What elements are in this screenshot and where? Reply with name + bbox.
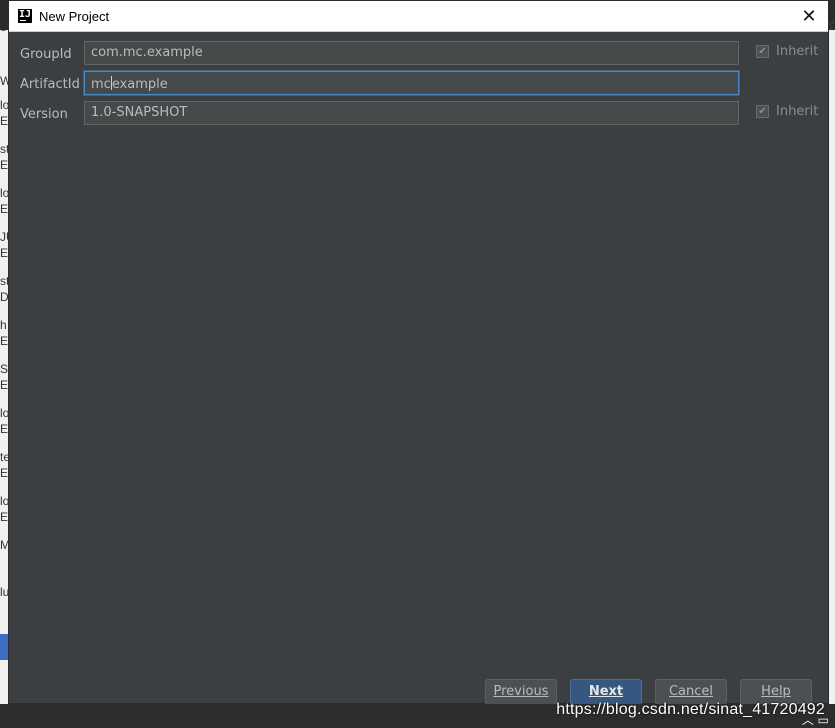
artifact-id-row: ArtifactId mcexample (9, 71, 828, 99)
version-input[interactable]: 1.0-SNAPSHOT (84, 101, 739, 125)
tray-icons: ︿ ▭ (801, 713, 829, 727)
group-id-input[interactable]: com.mc.example (84, 41, 739, 65)
bg-text-fragment: JU (0, 230, 8, 244)
bg-text-fragment: E (0, 246, 8, 260)
bg-text-fragment: E (0, 114, 8, 128)
bg-text-fragment: E (0, 422, 8, 436)
title-bar: IJ New Project ✕ (9, 1, 828, 32)
bg-text-fragment: E (0, 378, 8, 392)
bg-text-fragment: st (0, 142, 8, 156)
close-button[interactable]: ✕ (798, 5, 820, 27)
artifact-id-value-before-caret: mc (91, 77, 111, 92)
bg-text-fragment: E (0, 510, 8, 524)
bg-text-fragment: te (0, 450, 8, 464)
background-window-left: o W lo E st E lo E JU E st D h E S E lo … (0, 30, 8, 728)
bg-text-fragment: D (0, 290, 8, 304)
bg-text-fragment: lu (0, 585, 8, 599)
bg-text-fragment: h (0, 318, 7, 332)
background-window-right: ☆ (827, 18, 835, 704)
version-row: Version 1.0-SNAPSHOT ✔ Inherit (9, 101, 828, 129)
window-title: New Project (39, 8, 110, 24)
previous-button[interactable]: Previous (485, 679, 557, 705)
version-label: Version (20, 107, 68, 122)
bg-text-fragment: M (0, 538, 8, 552)
version-inherit-label: Inherit (776, 104, 819, 119)
bg-text-fragment: S (0, 362, 8, 376)
bg-selection-bar (0, 634, 8, 660)
version-inherit-checkbox[interactable]: ✔ (756, 105, 769, 118)
group-id-inherit[interactable]: ✔ Inherit (756, 44, 818, 59)
group-id-label: GroupId (20, 47, 72, 62)
bg-text-fragment: W (0, 74, 8, 88)
artifact-id-label: ArtifactId (20, 77, 80, 92)
bg-text-fragment: st (0, 274, 8, 288)
bg-text-fragment: lo (0, 406, 8, 420)
intellij-app-icon: IJ (18, 9, 32, 23)
bg-text-fragment: E (0, 334, 8, 348)
watermark-text: https://blog.csdn.net/sinat_41720492 (556, 701, 825, 718)
bg-text-fragment: o (0, 30, 8, 34)
taskbar: https://blog.csdn.net/sinat_41720492 ︿ ▭ (0, 701, 835, 728)
bg-text-fragment: E (0, 202, 8, 216)
bg-text-fragment: lo (0, 494, 8, 508)
artifact-id-value-after-caret: example (111, 77, 168, 92)
new-project-dialog: IJ New Project ✕ GroupId com.mc.example … (8, 0, 829, 705)
group-id-row: GroupId com.mc.example ✔ Inherit (9, 41, 828, 69)
bg-text-fragment: lo (0, 186, 8, 200)
bg-text-fragment: lo (0, 98, 8, 112)
artifact-id-input[interactable]: mcexample (84, 71, 739, 95)
bg-text-fragment: E (0, 158, 8, 172)
bg-text-fragment: E (0, 466, 8, 480)
version-inherit[interactable]: ✔ Inherit (756, 104, 818, 119)
dialog-buttons: Previous Next Cancel Help (9, 679, 828, 705)
group-id-inherit-checkbox[interactable]: ✔ (756, 45, 769, 58)
group-id-inherit-label: Inherit (776, 44, 819, 59)
